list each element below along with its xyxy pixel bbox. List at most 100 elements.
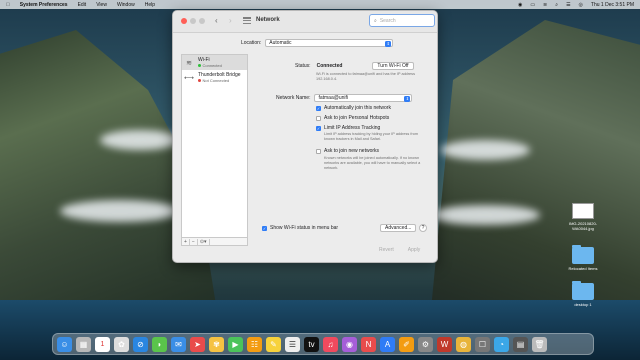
podcasts-icon[interactable]: ◉ (342, 336, 357, 352)
menu-help[interactable]: Help (145, 2, 155, 8)
zoom-button[interactable] (199, 18, 205, 24)
pages-icon[interactable]: ✐ (399, 336, 414, 352)
advanced-button[interactable]: Advanced... (380, 224, 417, 232)
maps-icon[interactable]: ➤ (190, 336, 205, 352)
forward-icon[interactable]: › (229, 16, 232, 25)
system-preferences-icon[interactable]: ⚙ (418, 336, 433, 352)
spotlight-icon[interactable]: ⌕ (555, 2, 558, 8)
reminders-icon[interactable]: ☰ (285, 336, 300, 352)
option-label: Ask to join new networks (324, 148, 380, 154)
mail-icon[interactable]: ✉ (171, 336, 186, 352)
option-personal-hotspots[interactable]: Ask to join Personal Hotspots (316, 115, 389, 121)
location-select[interactable]: Automatic ⇕ (265, 39, 394, 47)
service-item-wifi[interactable]: ≋ Wi-Fi Connected (182, 55, 247, 70)
option-label: Ask to join Personal Hotspots (324, 115, 390, 121)
search-placeholder: Search (379, 17, 396, 24)
option-label: Show Wi-Fi status in menu bar (270, 225, 339, 231)
search-icon: ⌕ (374, 17, 377, 24)
desktop-icon-label: IMG-20210820-WA0044.jpg (568, 221, 597, 231)
music-icon[interactable]: ♫ (323, 336, 338, 352)
option-auto-join[interactable]: ✓ Automatically join this network (316, 105, 391, 111)
messages-icon[interactable]: ◗ (152, 336, 167, 352)
menu-datetime[interactable]: Thu 1 Dec 3:51 PM (591, 2, 634, 8)
service-item-thunderbolt[interactable]: ⟷ Thunderbolt Bridge Not Connected (182, 70, 247, 85)
wallpaper-mountain-right (430, 20, 640, 320)
menu-view[interactable]: View (96, 2, 107, 8)
service-list: ≋ Wi-Fi Connected ⟷ Thunderbolt Bridge N… (181, 54, 248, 238)
add-service-button[interactable]: + (182, 238, 190, 245)
notes-icon[interactable]: ✎ (266, 336, 281, 352)
revert-button[interactable]: Revert (379, 247, 394, 253)
location-row: Location: Automatic ⇕ (241, 39, 394, 47)
apply-button[interactable]: Apply (408, 247, 421, 253)
option-ask-new-networks[interactable]: Ask to join new networks (316, 148, 379, 154)
back-icon[interactable]: ‹ (215, 16, 218, 25)
show-all-grid-icon[interactable] (243, 17, 251, 25)
service-list-toolbar: + − ⊙▾ (181, 238, 248, 246)
status-dot-green (198, 63, 201, 67)
option-limit-ip-tracking[interactable]: ✓ Limit IP Address Tracking (316, 125, 380, 131)
service-status: Not Connected (202, 77, 230, 83)
finder-icon[interactable]: ☺ (57, 336, 72, 352)
menu-app-name[interactable]: System Preferences (20, 2, 68, 8)
title-bar: ‹ › Network ⌕ Search (173, 11, 437, 33)
network-name-select[interactable]: fatmaa@unifi ⇕ (314, 94, 413, 102)
turn-wifi-off-button[interactable]: Turn Wi-Fi Off (372, 62, 414, 70)
news-icon[interactable]: N (361, 336, 376, 352)
launchpad-icon[interactable]: ▦ (76, 336, 91, 352)
apple-tv-icon[interactable]: tv (304, 336, 319, 352)
folder-icon (572, 281, 594, 300)
desktop-icon-relocated-items[interactable]: Relocated Items (558, 245, 608, 271)
desktop-icon-image[interactable]: IMG-20210820-WA0044.jpg (563, 203, 603, 231)
calendar-icon[interactable]: 1 (95, 336, 110, 352)
menu-window[interactable]: Window (117, 2, 135, 8)
status-label: Status: (295, 63, 311, 69)
contacts-icon[interactable]: ☷ (247, 336, 262, 352)
downloads-stack-icon[interactable]: ▤ (513, 336, 528, 352)
chrome-icon[interactable]: ◍ (456, 336, 471, 352)
close-button[interactable] (181, 18, 187, 24)
wifi-status-icon[interactable]: ≋ (543, 2, 547, 8)
option-label: Automatically join this network (324, 105, 391, 111)
desktop-icon-label: desktop 1 (574, 302, 592, 307)
preview-icon[interactable]: ◔ (494, 336, 509, 352)
image-thumbnail-icon (572, 203, 594, 219)
checkbox-unchecked[interactable] (316, 148, 321, 154)
app-store-icon[interactable]: A (380, 336, 395, 352)
desktop-icon-label: Relocated Items (568, 266, 598, 271)
status-value: Connected (316, 63, 343, 69)
apple-menu-icon[interactable]:  (6, 2, 10, 8)
status-icon[interactable]: ◉ (518, 2, 522, 8)
facetime-icon[interactable]: ▶ (228, 336, 243, 352)
option-show-wifi-menubar[interactable]: ✓ Show Wi-Fi status in menu bar (262, 225, 338, 231)
checkbox-checked[interactable]: ✓ (316, 125, 321, 131)
help-button[interactable]: ? (419, 224, 427, 232)
checkbox-checked[interactable]: ✓ (316, 105, 321, 111)
photos-icon[interactable]: ✿ (114, 336, 129, 352)
siri-icon[interactable]: ◎ (579, 2, 583, 8)
status-dot-red (198, 78, 201, 82)
desktop-icon-desktop-1[interactable]: desktop 1 (563, 281, 603, 307)
utility-icon[interactable]: ☐ (475, 336, 490, 352)
remove-service-button[interactable]: − (190, 238, 198, 245)
wps-office-icon[interactable]: W (437, 336, 452, 352)
checkbox-checked[interactable]: ✓ (262, 225, 267, 231)
checkbox-unchecked[interactable] (316, 115, 321, 121)
control-center-icon[interactable]: ☰ (566, 2, 570, 8)
folder-icon (572, 245, 594, 264)
tracking-description: Limit IP address tracking by hiding your… (324, 132, 418, 141)
photos-app-icon[interactable]: ✾ (209, 336, 224, 352)
thunderbolt-bridge-icon: ⟷ (183, 74, 195, 82)
location-value: Automatic (269, 40, 292, 46)
search-field[interactable]: ⌕ Search (369, 14, 435, 27)
network-name-label: Network Name: (276, 95, 311, 101)
network-name-value: fatmaa@unifi (318, 95, 348, 101)
service-action-menu[interactable]: ⊙▾ (198, 238, 210, 245)
battery-icon[interactable]: ▭ (530, 2, 535, 8)
service-status: Connected (202, 62, 222, 68)
menu-edit[interactable]: Edit (78, 2, 87, 8)
trash-icon[interactable]: 🗑 (532, 336, 547, 352)
minimize-button[interactable] (190, 18, 196, 24)
option-label: Limit IP Address Tracking (324, 125, 381, 131)
safari-icon[interactable]: ⊘ (133, 336, 148, 352)
